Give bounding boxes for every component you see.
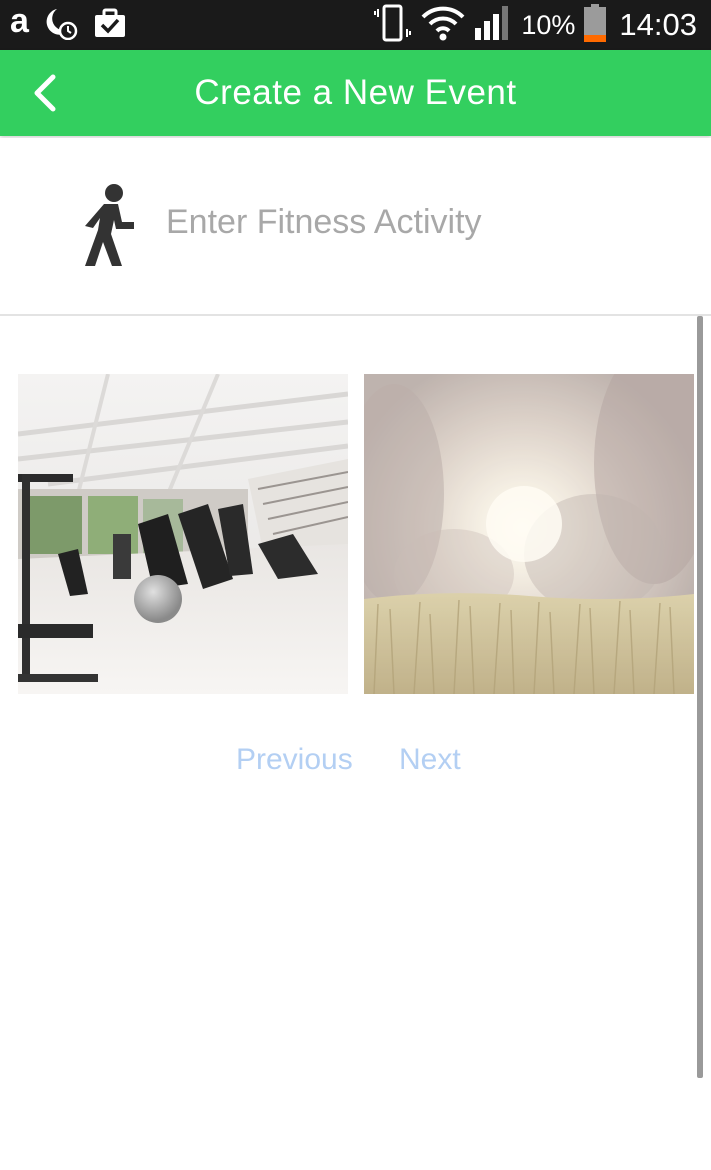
activity-section — [0, 138, 711, 316]
signal-icon — [473, 4, 513, 46]
vibrate-icon — [373, 3, 413, 47]
status-bar-right: 10% 14:03 — [373, 0, 697, 50]
outdoor-image[interactable] — [364, 374, 694, 694]
status-time: 14:03 — [619, 7, 697, 42]
status-bar: a 10% 14:03 — [0, 0, 711, 50]
scrollbar[interactable] — [697, 316, 703, 1078]
moon-clock-icon — [43, 6, 79, 44]
activity-input[interactable] — [166, 190, 666, 254]
page-title: Create a New Event — [194, 73, 517, 112]
walking-person-icon — [85, 184, 134, 266]
briefcase-check-icon — [93, 7, 127, 43]
next-button[interactable]: Next — [399, 740, 461, 780]
battery-percent: 10% — [521, 9, 576, 40]
previous-button[interactable]: Previous — [236, 740, 353, 780]
status-bar-left: a — [10, 0, 127, 50]
app-bar: Create a New Event — [0, 50, 711, 136]
amazon-icon: a — [10, 2, 29, 40]
content-scroll-area: Previous Next — [0, 316, 711, 1170]
wifi-icon — [421, 5, 465, 45]
gym-image[interactable] — [18, 374, 348, 694]
battery-icon — [583, 3, 607, 47]
pager: Previous Next — [0, 740, 711, 780]
